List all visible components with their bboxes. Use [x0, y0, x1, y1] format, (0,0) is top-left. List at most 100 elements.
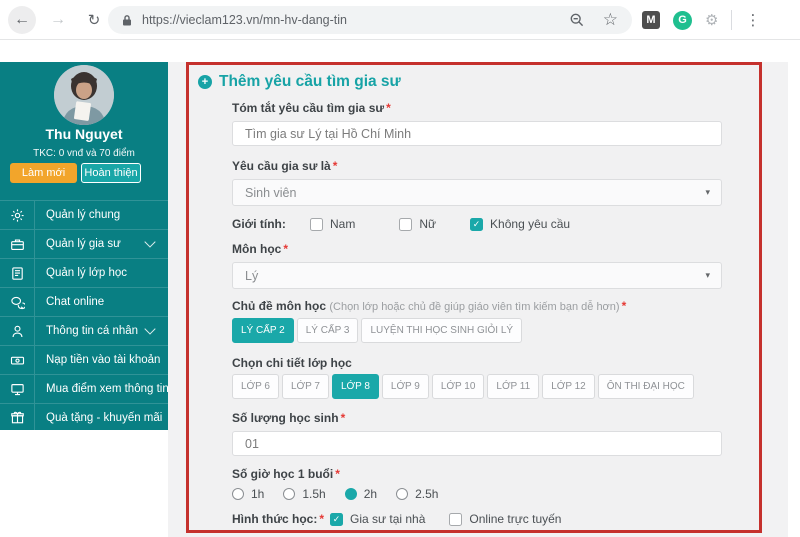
subject-label: Môn học * [232, 242, 288, 256]
gender-option-any[interactable]: ✓ Không yêu cầu [470, 217, 570, 231]
avatar[interactable] [54, 65, 114, 125]
sidebar-item-gifts[interactable]: Quà tặng - khuyến mãi [0, 403, 168, 432]
format-row: Hình thức học: * ✓ Gia sư tại nhà Online … [232, 510, 722, 528]
checkbox-unchecked[interactable] [399, 217, 413, 231]
radio-unselected[interactable] [232, 488, 244, 500]
caret-down-icon: ▾ [705, 186, 710, 197]
zoom-icon[interactable] [569, 12, 585, 28]
radio-unselected[interactable] [396, 488, 409, 500]
class-button-lop-11[interactable]: LỚP 11 [487, 374, 540, 399]
summary-input[interactable]: Tìm gia sư Lý tại Hồ Chí Minh [232, 121, 722, 146]
sidebar-item-general-management[interactable]: Quản lý chung [0, 200, 168, 229]
browser-menu-icon[interactable]: ⋮ [745, 11, 760, 29]
bookmark-star-icon[interactable]: ☆ [603, 10, 618, 30]
required-asterisk: * [621, 299, 627, 313]
caret-down-icon: ▾ [705, 269, 710, 280]
sidebar-item-buy-points[interactable]: Mua điểm xem thông tin [0, 374, 169, 403]
page-title: Thêm yêu cầu tìm gia sư [219, 73, 401, 90]
forward-icon: → [50, 11, 66, 28]
option-label: Không yêu cầu [490, 217, 571, 231]
refresh-button[interactable]: Làm mới [10, 163, 77, 183]
forward-button[interactable]: → [44, 6, 72, 34]
topic-button-ly-cap-2[interactable]: LÝ CẤP 2 [232, 318, 294, 343]
checkbox-checked[interactable]: ✓ [470, 217, 484, 231]
complete-profile-button[interactable]: Hoàn thiện [81, 163, 141, 183]
tutor-type-select[interactable]: Sinh viên ▾ [232, 179, 722, 206]
required-asterisk: * [319, 511, 325, 526]
checkbox-unchecked[interactable] [449, 512, 463, 526]
reload-icon: ↻ [87, 12, 101, 29]
add-tutor-request-form: + Thêm yêu cầu tìm gia sư Tóm tắt yêu cầ… [186, 62, 762, 533]
sidebar-item-label: Quản lý chung [46, 209, 121, 221]
extension-m-icon[interactable]: M [642, 11, 660, 29]
briefcase-icon [0, 230, 35, 258]
class-button-lop-9[interactable]: LỚP 9 [381, 374, 429, 399]
session-hours-row: 1h 1.5h 2h 2.5h [232, 485, 722, 503]
gear-icon [0, 201, 35, 229]
gender-row: Giới tính: Nam Nữ ✓ Không yêu cầu [232, 215, 722, 233]
gift-icon [0, 404, 35, 431]
check-icon: ✓ [472, 218, 481, 229]
reload-button[interactable]: ↻ [80, 6, 108, 34]
checkbox-unchecked[interactable] [310, 217, 323, 231]
option-label: 1h [251, 487, 265, 501]
class-button-lop-6[interactable]: LỚP 6 [232, 374, 279, 399]
sidebar-item-tutor-management[interactable]: Quản lý gia sư [0, 229, 168, 258]
user-icon [0, 317, 35, 345]
option-label: 2.5h [415, 487, 439, 501]
class-button-on-thi-dai-hoc[interactable]: ÔN THI ĐẠI HỌC [597, 374, 694, 399]
tutor-type-value: Sinh viên [245, 185, 297, 200]
class-button-lop-7[interactable]: LỚP 7 [281, 374, 329, 399]
sidebar-item-label: Nạp tiền vào tài khoản [46, 354, 161, 366]
class-button-lop-12[interactable]: LỚP 12 [542, 374, 595, 399]
gender-option-nam[interactable]: Nam [310, 217, 355, 231]
url-text[interactable]: https://vieclam123.vn/mn-hv-dang-tin [142, 13, 569, 27]
toolbar-divider [731, 10, 733, 30]
topic-buttons: LÝ CẤP 2 LÝ CẤP 3 LUYỆN THI HỌC SINH GIỎ… [232, 318, 722, 343]
class-button-lop-8[interactable]: LỚP 8 [331, 374, 379, 399]
radio-selected[interactable] [344, 488, 357, 500]
sidebar-item-label: Quản lý gia sư [46, 238, 121, 250]
sidebar-item-deposit[interactable]: Nạp tiền vào tài khoản [0, 345, 168, 374]
topic-button-ly-cap-3[interactable]: LÝ CẤP 3 [296, 318, 359, 343]
topic-button-luyen-thi[interactable]: LUYỆN THI HỌC SINH GIỎI LÝ [361, 318, 523, 343]
class-button-lop-10[interactable]: LỚP 10 [431, 374, 485, 399]
student-count-input[interactable]: 01 [232, 431, 722, 456]
session-hours-label: Số giờ học 1 buổi * [232, 467, 340, 481]
sidebar-item-chat-online[interactable]: Chat online [0, 287, 168, 316]
subject-value: Lý [245, 268, 259, 283]
sidebar-item-personal-info[interactable]: Thông tin cá nhân [0, 316, 168, 345]
hours-option-2-5h[interactable]: 2.5h [396, 487, 438, 501]
subject-select[interactable]: Lý ▾ [232, 262, 722, 289]
sidebar-item-class-management[interactable]: Quản lý lớp học [0, 258, 168, 287]
address-bar[interactable]: https://vieclam123.vn/mn-hv-dang-tin ☆ [108, 6, 632, 34]
checkbox-checked[interactable]: ✓ [330, 512, 343, 526]
chat-icon [0, 288, 35, 316]
format-option-home[interactable]: ✓ Gia sư tại nhà [330, 512, 425, 526]
format-label: Hình thức học: * [232, 511, 325, 526]
student-count-label: Số lượng học sinh * [232, 411, 346, 425]
option-label: 2h [363, 487, 378, 501]
hours-option-1h[interactable]: 1h [232, 487, 264, 501]
monitor-icon [0, 375, 35, 403]
sidebar-item-label: Thông tin cá nhân [46, 325, 139, 337]
user-name: Thu Nguyet [45, 126, 123, 142]
check-icon: ✓ [332, 513, 341, 524]
radio-unselected[interactable] [283, 488, 296, 500]
option-label: Nam [330, 217, 356, 231]
hours-option-1-5h[interactable]: 1.5h [283, 487, 326, 501]
gender-label: Giới tính: [232, 216, 286, 231]
grammarly-icon[interactable]: G [673, 10, 692, 30]
settings-gear-icon[interactable]: ⚙ [705, 11, 718, 29]
tutor-type-label: Yêu cầu gia sư là * [232, 159, 338, 173]
back-icon: ← [14, 11, 30, 28]
back-button[interactable]: ← [8, 6, 36, 34]
summary-value: Tìm gia sư Lý tại Hồ Chí Minh [245, 126, 412, 141]
format-option-online[interactable]: Online trực tuyến [449, 512, 561, 526]
option-label: Nữ [419, 217, 437, 231]
gender-option-nu[interactable]: Nữ [399, 217, 436, 231]
class-buttons: LỚP 6 LỚP 7 LỚP 8 LỚP 9 LỚP 10 LỚP 11 LỚ… [232, 374, 722, 399]
money-icon [0, 346, 35, 374]
hours-option-2h[interactable]: 2h [344, 487, 378, 501]
summary-label: Tóm tắt yêu cầu tìm gia sư * [232, 101, 391, 115]
